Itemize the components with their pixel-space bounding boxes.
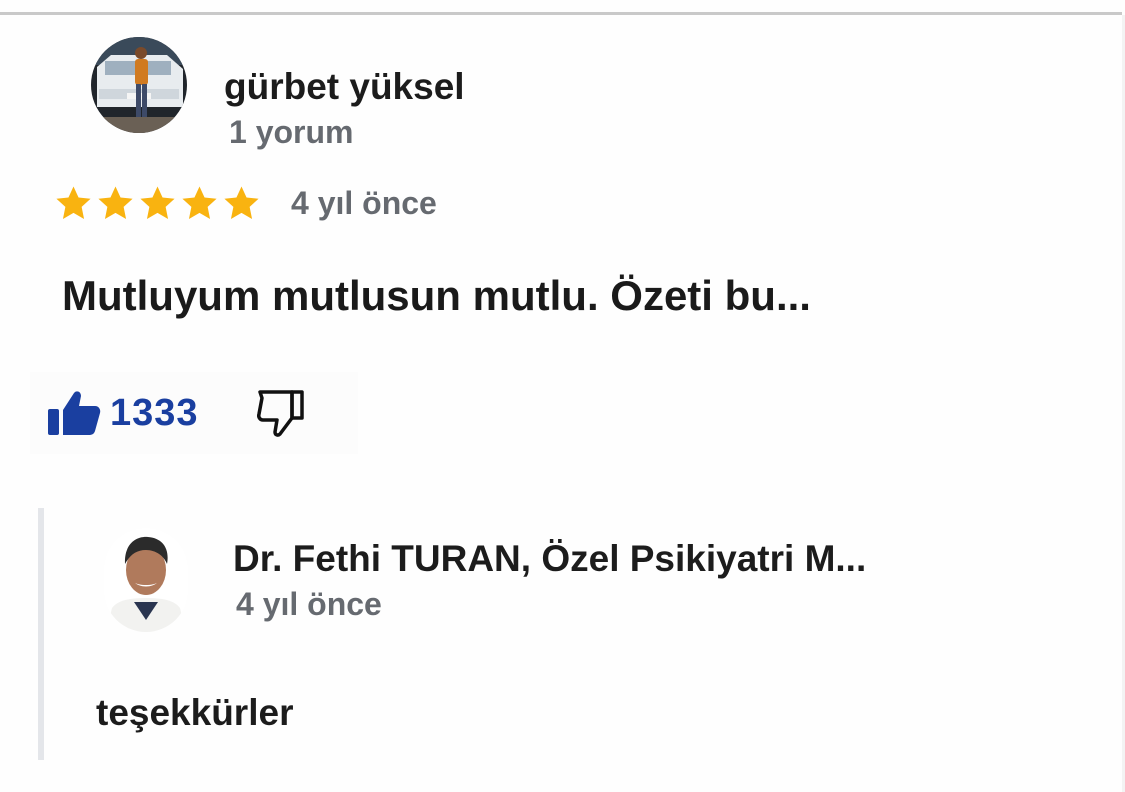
reply-text: teşekkürler — [96, 692, 294, 733]
reply-indent-bar — [38, 508, 44, 760]
star-icon — [56, 185, 91, 219]
star-icon — [182, 185, 217, 219]
review-time: 4 yıl önce — [291, 184, 437, 221]
thumbs-down-icon — [256, 390, 304, 437]
star-icon — [224, 185, 259, 219]
divider — [0, 12, 1122, 15]
like-count: 1333 — [110, 391, 199, 434]
star-icon — [98, 185, 133, 219]
reviewer-avatar[interactable] — [91, 37, 187, 133]
rating-row: 4 yıl önce — [54, 180, 437, 226]
review-actions: 1333 — [30, 372, 358, 454]
review-text[interactable]: Mutluyum mutlusun mutlu. Özeti bu... — [62, 272, 811, 320]
thumbs-up-icon — [48, 391, 101, 435]
dislike-button[interactable] — [254, 388, 308, 438]
star-rating — [54, 184, 261, 223]
reply-time: 4 yıl önce — [236, 586, 382, 622]
like-button[interactable]: 1333 — [46, 389, 199, 437]
replier-avatar[interactable] — [104, 528, 188, 632]
replier-name[interactable]: Dr. Fethi TURAN, Özel Psikiyatri M... — [233, 538, 866, 580]
star-icon — [140, 185, 175, 219]
owner-reply: Dr. Fethi TURAN, Özel Psikiyatri M... 4 … — [38, 508, 1125, 760]
reviewer-review-count: 1 yorum — [229, 114, 354, 150]
review-card: gürbet yüksel 1 yorum 4 yıl önce Mutluyu… — [0, 0, 1125, 792]
reviewer-name[interactable]: gürbet yüksel — [224, 66, 465, 108]
